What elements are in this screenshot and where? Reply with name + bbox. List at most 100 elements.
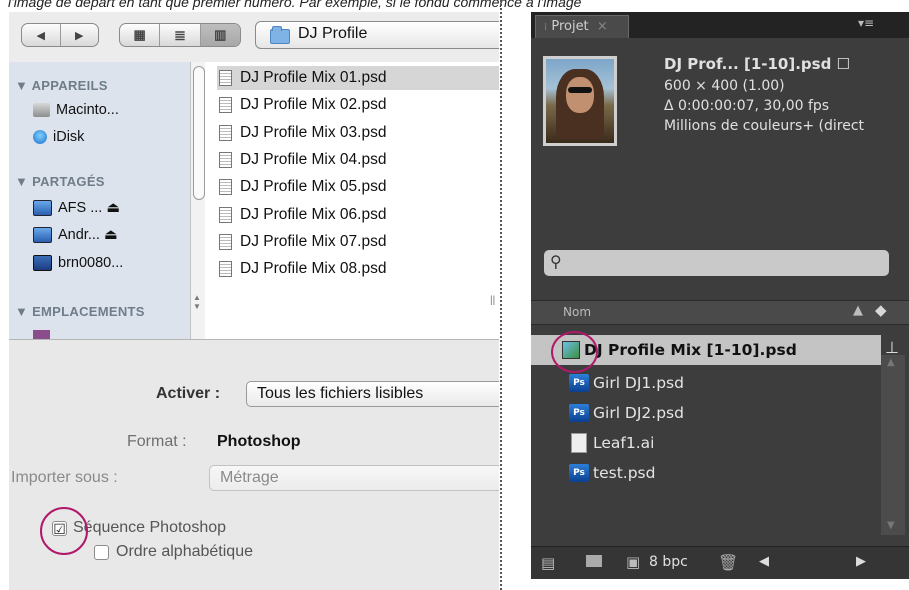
new-composition-icon[interactable]: ▣	[626, 553, 640, 571]
alphabetical-checkbox[interactable]	[94, 545, 109, 560]
forward-button[interactable]: ▶	[61, 24, 99, 46]
sidebar-item-afs[interactable]: AFS ... ⏏	[33, 200, 120, 216]
document-icon	[219, 97, 232, 113]
interpret-footage-icon[interactable]: ▤	[541, 554, 555, 572]
file-item[interactable]: DJ Profile Mix 02.psd	[217, 93, 499, 117]
project-item-leaf1[interactable]: Leaf1.ai	[531, 428, 881, 458]
format-label: Format :	[127, 433, 187, 450]
file-item[interactable]: DJ Profile Mix 07.psd	[217, 230, 499, 254]
import-as-label: Importer sous :	[11, 469, 118, 486]
sort-up-icon[interactable]: ▲	[853, 303, 863, 318]
trash-icon[interactable]: 🗑	[718, 553, 738, 572]
document-icon	[219, 152, 232, 168]
search-icon: ⚲	[550, 252, 562, 271]
import-options-panel: Activer : Tous les fichiers lisibles For…	[9, 339, 499, 590]
file-item[interactable]: DJ Profile Mix 06.psd	[217, 203, 499, 227]
footage-size: 600 × 400 (1.00)	[664, 78, 785, 94]
scroll-right-icon[interactable]: ▶	[856, 554, 866, 569]
sidebar-header-places: ▼ EMPLACEMENTS	[15, 304, 145, 319]
search-input[interactable]: ⚲	[544, 250, 889, 276]
photoshop-file-icon: Ps	[569, 464, 589, 482]
bit-depth-button[interactable]: 8 bpc	[649, 554, 688, 570]
file-item[interactable]: DJ Profile Mix 08.psd	[217, 257, 499, 281]
import-as-popup[interactable]: Métrage	[209, 465, 499, 491]
view-mode-control: ▦ ≣ ▥	[119, 23, 241, 47]
enable-label: Activer :	[156, 385, 221, 402]
format-value: Photoshop	[217, 433, 301, 450]
folder-icon	[270, 26, 290, 44]
folder-icon	[33, 330, 50, 339]
column-resize-handle[interactable]: ||	[490, 295, 495, 306]
sidebar-header-shared: ▼ PARTAGÉS	[15, 174, 105, 189]
illustrator-file-icon	[571, 433, 587, 453]
enable-popup[interactable]: Tous les fichiers lisibles	[246, 381, 499, 407]
column-name-header[interactable]: Nom	[563, 305, 591, 319]
sidebar-item-macintosh[interactable]: Macinto...	[33, 102, 119, 118]
document-icon	[219, 179, 232, 195]
highlight-circle	[551, 331, 598, 373]
new-folder-icon[interactable]	[586, 555, 602, 567]
project-panel: ⁞ Projet × ▾≡ DJ Prof... [1-10].psd ☐ 60…	[531, 12, 909, 579]
dialog-toolbar: ◀ ▶ ▦ ≣ ▥ DJ Profile	[9, 12, 499, 62]
photoshop-file-icon: Ps	[569, 404, 589, 422]
document-icon	[219, 70, 232, 86]
photoshop-file-icon: Ps	[569, 374, 589, 392]
list-view-button[interactable]: ≣	[160, 24, 201, 46]
hard-drive-icon	[33, 103, 50, 117]
sidebar: ▼ APPAREILS Macinto... iDisk ▼ PARTAGÉS …	[9, 62, 199, 339]
column-view-icon: ▥	[214, 27, 227, 42]
highlight-circle	[40, 507, 88, 555]
panel-footer: ▤ ▣ 8 bpc 🗑 ◀ ▶	[531, 546, 909, 579]
network-computer-icon	[33, 227, 52, 243]
grip-icon: ⁞	[544, 22, 548, 33]
label-tag-icon: ◆	[875, 301, 887, 319]
project-scrollbar[interactable]: ▲ ▼	[881, 355, 905, 535]
column-view-button[interactable]: ▥	[200, 24, 240, 46]
list-view-icon: ≣	[174, 26, 186, 43]
file-item[interactable]: DJ Profile Mix 01.psd	[217, 66, 499, 90]
printer-icon	[33, 255, 52, 271]
scroll-down-icon[interactable]: ▼	[887, 520, 895, 531]
thumbnail-sunglasses	[568, 87, 592, 93]
footage-duration: Δ 0:00:00:07, 30,00 fps	[664, 98, 830, 114]
scroll-up-icon[interactable]: ▲	[887, 357, 895, 368]
document-icon	[219, 234, 232, 250]
footage-name: DJ Prof... [1-10].psd ☐	[664, 55, 850, 73]
project-item-test[interactable]: Ps test.psd	[531, 458, 881, 488]
panel-menu-icon[interactable]: ▾≡	[858, 16, 874, 30]
sequence-label: Séquence Photoshop	[73, 519, 227, 536]
footage-thumbnail	[543, 56, 617, 146]
file-item[interactable]: DJ Profile Mix 04.psd	[217, 148, 499, 172]
project-item-girl-dj1[interactable]: Ps Girl DJ1.psd	[531, 368, 881, 398]
sidebar-scroll-thumb[interactable]	[193, 66, 205, 200]
project-item-girl-dj2[interactable]: Ps Girl DJ2.psd	[531, 398, 881, 428]
separator-line	[500, 0, 502, 590]
sidebar-item-brn[interactable]: brn0080...	[33, 255, 123, 271]
sidebar-header-devices: ▼ APPAREILS	[15, 78, 108, 93]
location-label: DJ Profile	[298, 25, 368, 42]
sidebar-item-idisk[interactable]: iDisk	[33, 129, 84, 145]
panel-tab-bar: ⁞ Projet × ▾≡	[531, 12, 909, 38]
alphabetical-label: Ordre alphabétique	[116, 543, 253, 560]
scroll-arrows-icon[interactable]: ▲ ▼	[193, 293, 201, 311]
file-item[interactable]: DJ Profile Mix 03.psd	[217, 121, 499, 145]
icon-view-icon: ▦	[133, 27, 146, 42]
document-icon	[219, 261, 232, 277]
tab-projet[interactable]: ⁞ Projet ×	[535, 15, 629, 38]
thumbnail-face	[566, 77, 594, 113]
column-header: Nom ▲ ◆	[531, 300, 909, 325]
back-forward-control: ◀ ▶	[21, 23, 99, 47]
footage-colors: Millions de couleurs+ (direct	[664, 118, 864, 134]
file-item[interactable]: DJ Profile Mix 05.psd	[217, 175, 499, 199]
location-popup[interactable]: DJ Profile	[255, 21, 499, 49]
back-button[interactable]: ◀	[22, 24, 61, 46]
idisk-icon	[33, 130, 47, 144]
network-computer-icon	[33, 200, 52, 216]
scroll-left-icon[interactable]: ◀	[759, 554, 769, 569]
caption-text: l'image de départ en tant que premier nu…	[8, 0, 582, 10]
file-list: DJ Profile Mix 01.psd DJ Profile Mix 02.…	[205, 62, 499, 339]
import-dialog: ◀ ▶ ▦ ≣ ▥ DJ Profile ▼ APPAREILS Macinto…	[9, 12, 499, 590]
close-icon[interactable]: ×	[597, 19, 608, 34]
sidebar-item-andr[interactable]: Andr... ⏏	[33, 227, 118, 243]
icon-view-button[interactable]: ▦	[120, 24, 161, 46]
